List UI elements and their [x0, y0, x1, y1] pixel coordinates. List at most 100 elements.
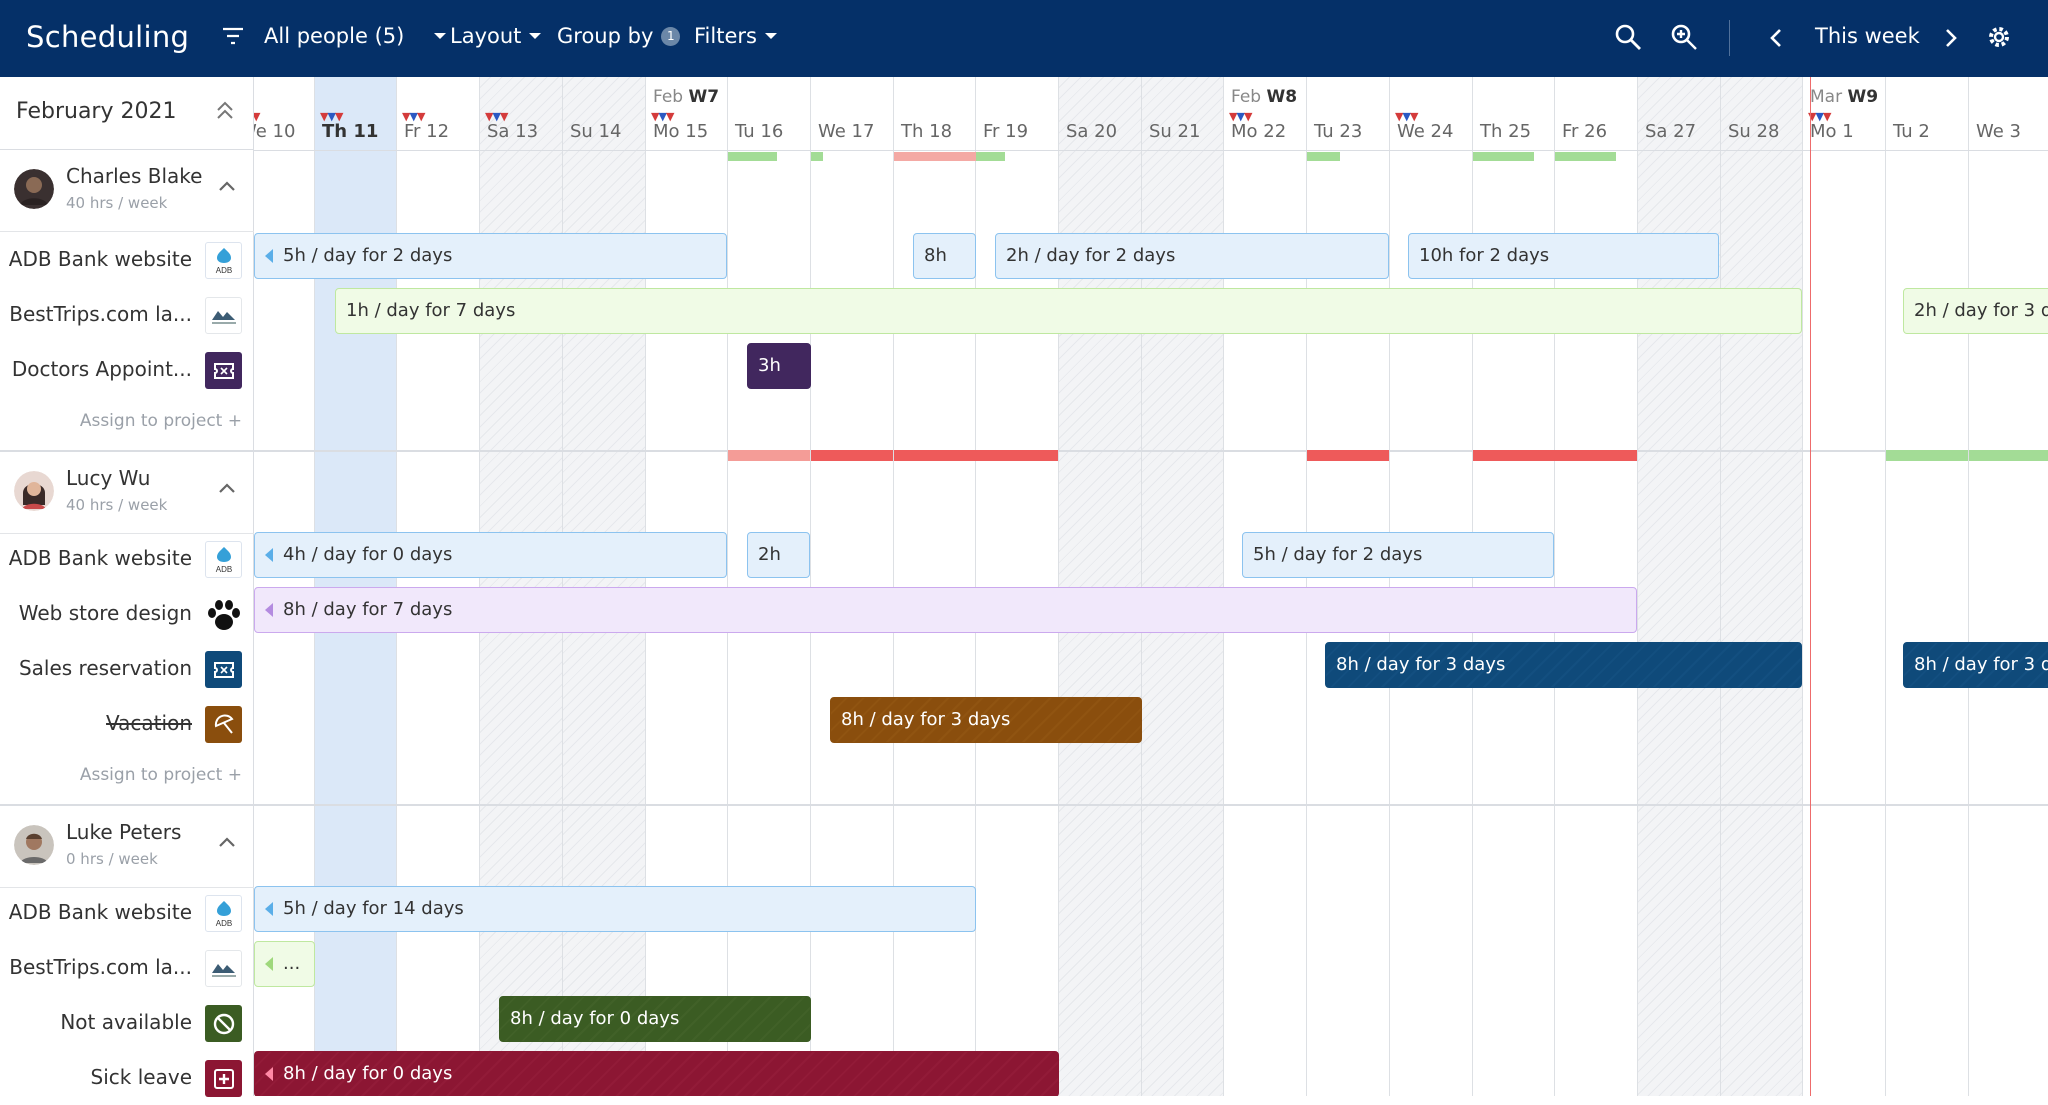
assignment-bar[interactable]: 8h / day for 7 days: [254, 587, 1637, 633]
assignment-bar[interactable]: 8h / day for 0 days: [254, 1051, 1059, 1096]
arrow-left-icon: [265, 548, 273, 562]
capacity-indicator: [1473, 450, 1555, 461]
gear-icon[interactable]: [1986, 24, 2012, 50]
prohibited-icon: [205, 1005, 242, 1042]
assignment-bar[interactable]: 2h / day for 3 days: [1903, 288, 2048, 334]
project-name: Web store design: [18, 601, 192, 625]
project-name: Not available: [60, 1010, 192, 1034]
adb-bank-logo-icon: ADB: [205, 242, 242, 279]
this-week-button[interactable]: This week: [1815, 24, 1920, 48]
holiday-flags-icon: ▼▼▼: [1229, 110, 1252, 123]
day-column: [1802, 77, 1885, 1096]
assignment-bar[interactable]: 8h: [913, 233, 976, 279]
day-header: Mo 22: [1231, 121, 1287, 142]
project-row[interactable]: BestTrips.com la...: [0, 940, 254, 995]
layout-dropdown[interactable]: Layout: [450, 24, 542, 48]
week-month: Mar: [1810, 87, 1843, 107]
group-by-label: Group by: [557, 24, 654, 48]
collapse-all-icon[interactable]: [214, 99, 236, 121]
besttrips-logo-icon: [205, 950, 242, 987]
holiday-flags-icon: ▼▼▼: [485, 110, 508, 123]
day-header: Mo 15: [653, 121, 709, 142]
person-divider: [254, 804, 2048, 806]
person-charles-blake[interactable]: Charles Blake 40 hrs / week: [0, 150, 254, 232]
layout-label: Layout: [450, 24, 522, 48]
project-row[interactable]: BestTrips.com la...: [0, 287, 254, 342]
project-name: Vacation: [106, 711, 192, 735]
group-by-dropdown[interactable]: Group by 1: [557, 24, 681, 48]
assignment-label: 2h / day for 3 days: [1914, 300, 2048, 321]
chevron-up-icon[interactable]: [218, 482, 236, 494]
capacity-indicator: [894, 152, 976, 161]
assignment-bar[interactable]: 8h / day for 3 days: [830, 697, 1142, 743]
project-row[interactable]: Sales reservation: [0, 641, 254, 696]
search-icon[interactable]: [1614, 23, 1642, 51]
project-name: Sick leave: [90, 1065, 192, 1089]
day-header: We 24: [1397, 121, 1454, 142]
project-row[interactable]: ADB Bank website ADB: [0, 531, 254, 586]
holiday-flags-icon: ▼▼▼: [402, 110, 425, 123]
project-row[interactable]: Not available: [0, 995, 254, 1050]
project-row[interactable]: ADB Bank website ADB: [0, 232, 254, 287]
project-name: ADB Bank website: [8, 546, 192, 570]
day-column: [1885, 77, 1968, 1096]
person-divider: [254, 450, 2048, 452]
assignment-bar[interactable]: 1h / day for 7 days: [335, 288, 1802, 334]
chevron-left-icon[interactable]: [1769, 28, 1783, 48]
assign-to-project-link[interactable]: Assign to project +: [80, 765, 242, 785]
capacity-indicator: [1307, 152, 1340, 161]
holiday-flags-icon: ▼▼▼: [1395, 110, 1418, 123]
assignment-bar[interactable]: 4h / day for 0 days: [254, 532, 727, 578]
week-month: Feb: [653, 87, 684, 107]
medical-cross-icon: [205, 1060, 242, 1097]
chevron-right-icon[interactable]: [1944, 28, 1958, 48]
chevron-up-icon[interactable]: [218, 836, 236, 848]
project-row[interactable]: Vacation: [0, 696, 254, 751]
day-column: [1637, 77, 1720, 1096]
ticket-icon: [205, 352, 242, 389]
zoom-in-icon[interactable]: [1670, 23, 1698, 51]
day-header: Th 11: [322, 121, 379, 142]
assignment-bar[interactable]: ...: [254, 941, 315, 987]
assign-to-project-link[interactable]: Assign to project +: [80, 411, 242, 431]
assignment-bar[interactable]: 8h / day for 3 days: [1903, 642, 2048, 688]
ticket-icon: [205, 651, 242, 688]
assignment-bar[interactable]: 10h for 2 days: [1408, 233, 1719, 279]
adb-bank-logo-icon: ADB: [205, 541, 242, 578]
day-header: Fr 26: [1562, 121, 1608, 142]
chevron-up-icon[interactable]: [218, 180, 236, 192]
capacity-indicator: [1307, 450, 1389, 461]
assignment-bar[interactable]: 5h / day for 2 days: [1242, 532, 1554, 578]
filter-icon: [223, 27, 243, 45]
project-row[interactable]: ADB Bank website ADB: [0, 885, 254, 940]
week-label: Mar W9: [1810, 87, 1878, 107]
arrow-left-icon: [265, 1067, 273, 1081]
person-name: Lucy Wu: [66, 466, 151, 490]
people-filter-dropdown[interactable]: All people (5): [222, 24, 447, 48]
assignment-bar[interactable]: 8h / day for 0 days: [499, 996, 811, 1042]
avatar: [14, 825, 54, 865]
assignment-bar[interactable]: 2h: [747, 532, 810, 578]
project-name: BestTrips.com la...: [9, 302, 192, 326]
assignment-label: 1h / day for 7 days: [346, 300, 516, 321]
assignment-bar[interactable]: 8h / day for 3 days: [1325, 642, 1802, 688]
holiday-flags-icon: ▼▼▼: [320, 110, 343, 123]
holiday-flags-icon: ▼▼▼: [1808, 110, 1831, 123]
project-row[interactable]: Web store design: [0, 586, 254, 641]
capacity-indicator: [811, 450, 893, 461]
filters-dropdown[interactable]: Filters: [694, 24, 777, 48]
assignment-bar[interactable]: 5h / day for 14 days: [254, 886, 976, 932]
capacity-indicator: [728, 450, 810, 461]
assignment-bar[interactable]: 3h: [747, 343, 811, 389]
project-row[interactable]: Doctors Appoint...: [0, 342, 254, 397]
week-label: Feb W8: [1231, 87, 1297, 107]
assignment-bar[interactable]: 2h / day for 2 days: [995, 233, 1389, 279]
project-name: Doctors Appoint...: [11, 357, 192, 381]
day-header: We 10: [254, 121, 296, 142]
person-luke-peters[interactable]: Luke Peters 0 hrs / week: [0, 806, 254, 888]
assignment-bar[interactable]: 5h / day for 2 days: [254, 233, 727, 279]
capacity-indicator: [1473, 152, 1534, 161]
project-row[interactable]: Sick leave: [0, 1050, 254, 1105]
chevron-down-icon: [434, 33, 447, 39]
person-lucy-wu[interactable]: Lucy Wu 40 hrs / week: [0, 452, 254, 534]
